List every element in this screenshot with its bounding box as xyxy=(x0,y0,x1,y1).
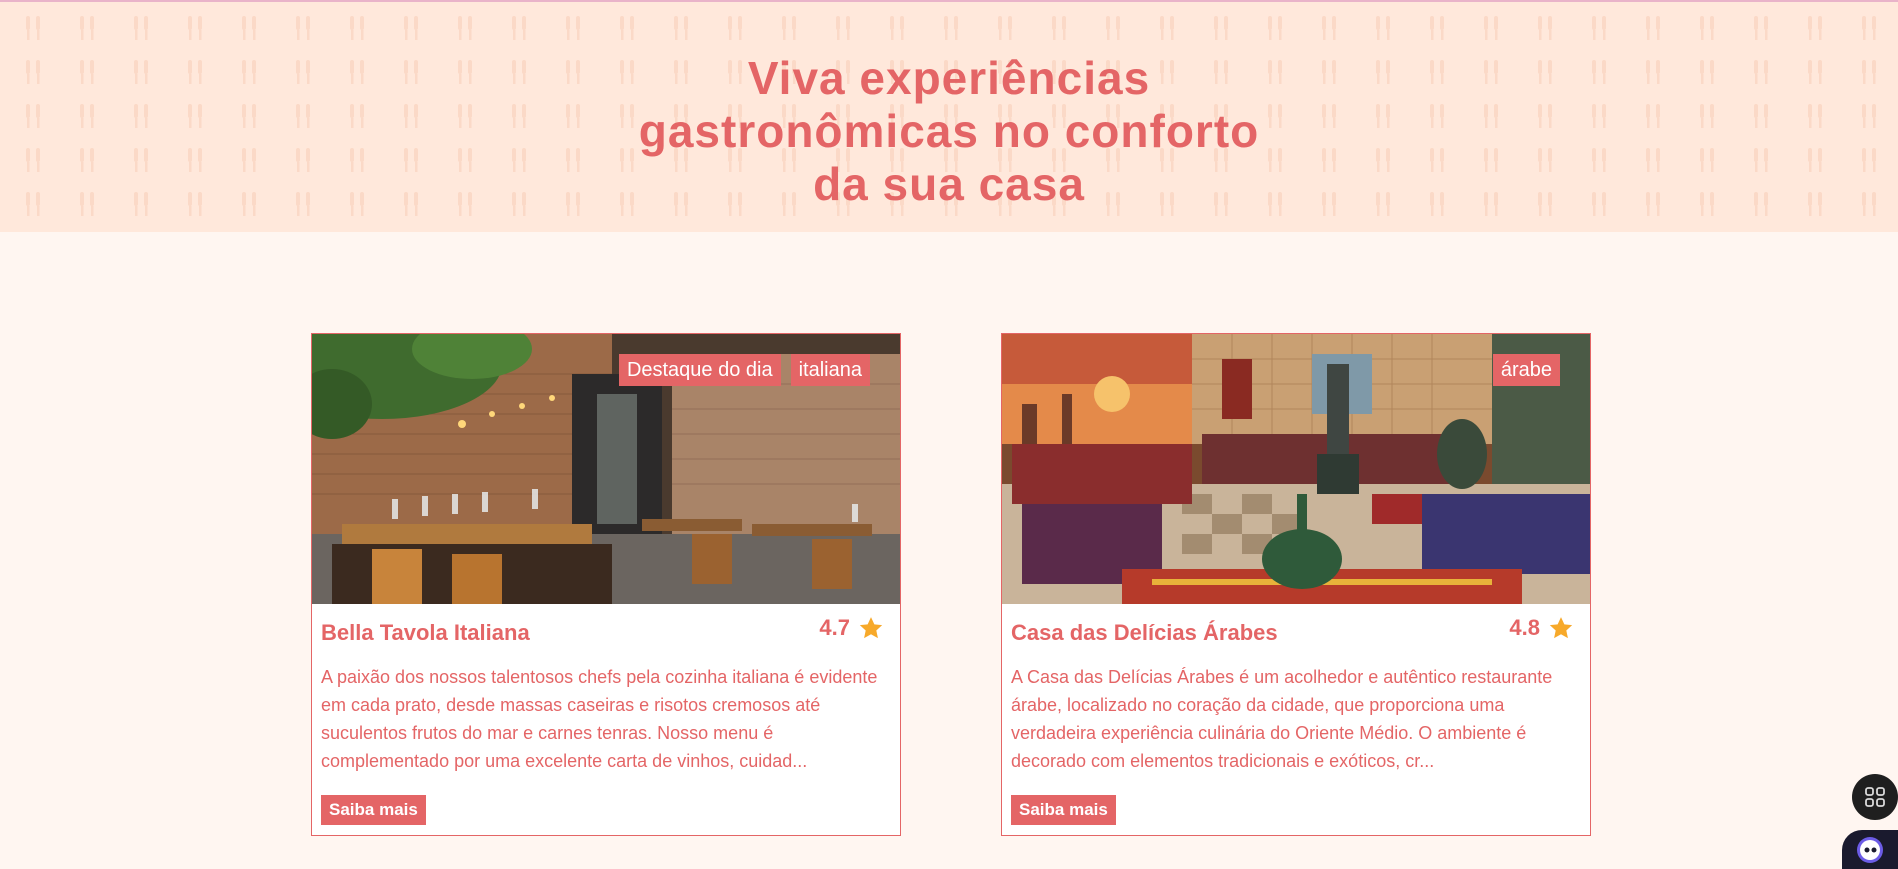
saiba-mais-button[interactable]: Saiba mais xyxy=(321,795,426,825)
hero-title-line: Viva experiências xyxy=(747,52,1151,104)
grid-widget-button[interactable] xyxy=(1852,774,1898,820)
restaurant-description: A paixão dos nossos talentosos chefs pel… xyxy=(321,667,878,771)
restaurant-name: Bella Tavola Italiana xyxy=(321,620,530,645)
assistant-bot-button[interactable] xyxy=(1842,830,1898,869)
tag-list: Destaque do dia italiana xyxy=(618,354,870,386)
grid-icon xyxy=(1865,787,1885,807)
restaurant-description: A Casa das Delícias Árabes é um acolhedo… xyxy=(1011,667,1553,771)
saiba-mais-button[interactable]: Saiba mais xyxy=(1011,795,1116,825)
tag-badge: italiana xyxy=(790,354,870,386)
restaurant-card[interactable]: Destaque do dia italiana Bella Tavola It… xyxy=(311,333,901,836)
tag-badge: árabe xyxy=(1492,354,1560,386)
restaurant-rating: 4.8 xyxy=(1509,615,1574,641)
rating-value: 4.8 xyxy=(1509,615,1540,640)
hero-title: Viva experiências gastronômicas no confo… xyxy=(0,52,1898,211)
rating-value: 4.7 xyxy=(819,615,850,640)
tag-badge: Destaque do dia xyxy=(618,354,781,386)
restaurant-rating: 4.7 xyxy=(819,615,884,641)
hero-banner: Viva experiências gastronômicas no confo… xyxy=(0,0,1898,232)
assistant-bot-icon xyxy=(1857,836,1883,863)
restaurant-name: Casa das Delícias Árabes xyxy=(1011,620,1278,645)
star-icon xyxy=(859,617,883,639)
hero-title-line: da sua casa xyxy=(813,158,1085,210)
tag-list: árabe xyxy=(1492,354,1560,386)
hero-title-line: gastronômicas no conforto xyxy=(638,105,1260,157)
star-icon xyxy=(1549,617,1573,639)
restaurant-photo-italian: Destaque do dia italiana xyxy=(312,334,900,604)
restaurant-photo-arabic: árabe xyxy=(1002,334,1590,604)
restaurant-card[interactable]: árabe Casa das Delícias Árabes 4.8 A Cas… xyxy=(1001,333,1591,836)
